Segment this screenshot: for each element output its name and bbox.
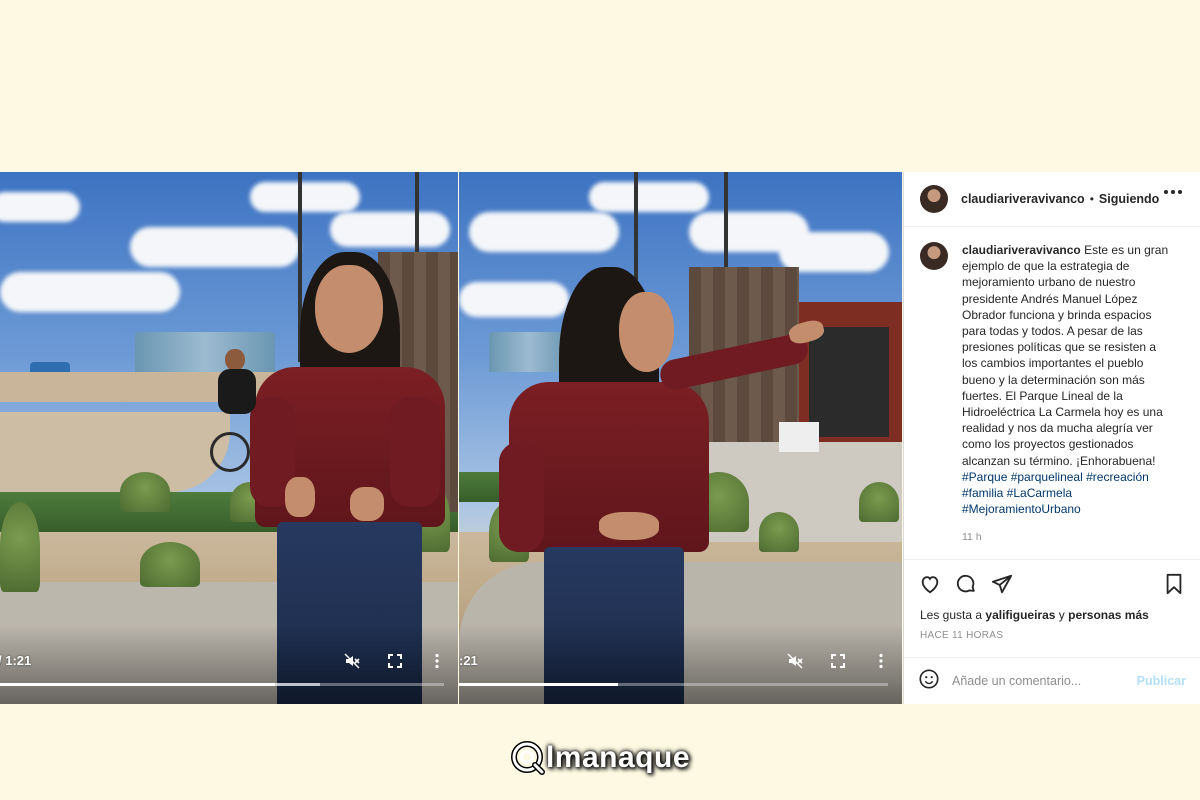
bookmark-icon[interactable] bbox=[1162, 572, 1186, 596]
share-icon[interactable] bbox=[990, 572, 1014, 596]
video-controls-left: / 1:21 bbox=[0, 644, 458, 704]
mute-icon[interactable] bbox=[343, 652, 361, 670]
avatar[interactable] bbox=[920, 242, 948, 270]
publish-button[interactable]: Publicar bbox=[1137, 674, 1186, 688]
emoji-icon[interactable] bbox=[918, 668, 940, 695]
video-time: / 1:21 bbox=[0, 653, 32, 668]
likes-line: Les gusta a yalifigueiras y personas más bbox=[920, 608, 1186, 622]
instagram-post: / 1:21:21 claudiariveravivanco • Siguie… bbox=[0, 172, 1200, 704]
caption-hashtags[interactable]: #Parque #parquelineal #recreación #famil… bbox=[962, 470, 1149, 516]
video-progress-bar[interactable] bbox=[459, 683, 888, 686]
post-header: claudiariveravivanco • Siguiendo bbox=[904, 172, 1200, 227]
video-time: :21 bbox=[459, 653, 478, 668]
comment-input[interactable] bbox=[952, 674, 1127, 688]
likes-prefix: Les gusta a bbox=[920, 608, 983, 622]
following-button[interactable]: Siguiendo bbox=[1099, 192, 1159, 206]
more-options-icon[interactable] bbox=[1164, 190, 1182, 194]
fullscreen-icon[interactable] bbox=[829, 652, 847, 670]
caption-section: claudiariveravivanco Este es un gran eje… bbox=[904, 228, 1200, 558]
post-actions: Les gusta a yalifigueiras y personas más… bbox=[904, 559, 1200, 657]
caption-timestamp: 11 h bbox=[962, 531, 982, 544]
watermark-text: lmanaque bbox=[545, 741, 691, 774]
comment-bar: Publicar bbox=[904, 657, 1200, 704]
mute-icon[interactable] bbox=[786, 652, 804, 670]
heart-icon[interactable] bbox=[918, 572, 942, 596]
post-username[interactable]: claudiariveravivanco bbox=[961, 192, 1085, 206]
post-sidebar: claudiariveravivanco • Siguiendo claudia… bbox=[903, 172, 1200, 704]
more-options-icon[interactable] bbox=[428, 652, 446, 670]
video-player-right[interactable]: :21 bbox=[459, 172, 902, 704]
caption-text: Este es un gran ejemplo de que la estrat… bbox=[962, 243, 1169, 468]
more-options-icon[interactable] bbox=[872, 652, 890, 670]
likes-more[interactable]: personas más bbox=[1068, 608, 1149, 622]
caption: claudiariveravivanco Este es un gran eje… bbox=[962, 242, 1172, 558]
avatar[interactable] bbox=[920, 185, 948, 213]
video-progress-bar[interactable] bbox=[0, 683, 444, 686]
post-timestamp: HACE 11 HORAS bbox=[920, 630, 1004, 641]
fullscreen-icon[interactable] bbox=[386, 652, 404, 670]
at-search-logo-icon bbox=[510, 740, 546, 776]
caption-username[interactable]: claudiariveravivanco bbox=[962, 243, 1081, 257]
video-controls-right: :21 bbox=[459, 644, 902, 704]
likes-and: y bbox=[1058, 608, 1065, 622]
likes-user[interactable]: yalifigueiras bbox=[985, 608, 1055, 622]
watermark: lmanaque bbox=[0, 740, 1200, 780]
comment-icon[interactable] bbox=[954, 572, 978, 596]
video-player-left[interactable]: / 1:21 bbox=[0, 172, 458, 704]
separator-dot: • bbox=[1089, 192, 1094, 206]
